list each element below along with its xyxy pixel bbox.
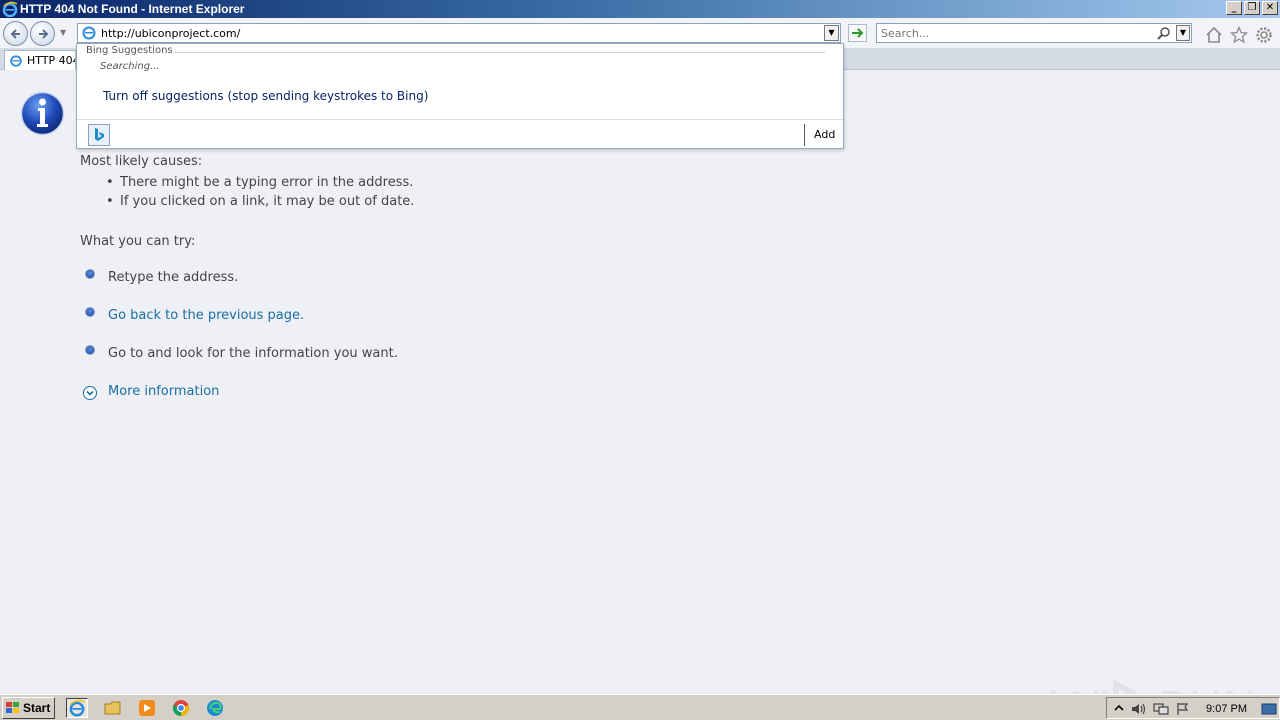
window-title: HTTP 404 Not Found - Internet Explorer [20, 2, 245, 16]
internet-explorer-icon [2, 1, 18, 17]
volume-icon[interactable] [1131, 701, 1147, 717]
try-item-go-to: Go to and look for the information you w… [108, 346, 398, 361]
close-button[interactable]: ✕ [1262, 1, 1278, 15]
cause-item: There might be a typing error in the add… [120, 175, 414, 190]
address-suggestions-dropdown: Bing Suggestions Searching... Turn off s… [76, 43, 844, 149]
search-input[interactable] [881, 26, 1151, 40]
more-information-link[interactable]: More information [108, 384, 219, 399]
try-heading: What you can try: [80, 234, 196, 249]
expand-chevron-icon[interactable] [83, 386, 97, 400]
turn-off-suggestions-link[interactable]: Turn off suggestions (stop sending keyst… [103, 89, 428, 103]
taskbar: Start 9:07 PM [0, 694, 1280, 720]
favorites-star-icon[interactable] [1230, 26, 1248, 44]
suggestions-footer-separator [804, 124, 805, 146]
back-button[interactable] [3, 21, 28, 46]
taskbar-media-player[interactable] [136, 698, 158, 718]
windows-logo-icon [6, 702, 19, 713]
address-dropdown-button[interactable]: ▼ [824, 25, 839, 41]
try-bullet-icon [85, 269, 95, 279]
taskbar-edge[interactable] [204, 698, 226, 718]
forward-button[interactable] [30, 21, 55, 46]
forward-arrow-icon [39, 29, 49, 39]
go-arrow-icon [852, 28, 864, 38]
suggestions-header: Bing Suggestions [86, 45, 173, 56]
causes-heading: Most likely causes: [80, 154, 203, 169]
start-button[interactable]: Start [2, 697, 55, 719]
bing-logo-icon [95, 128, 104, 141]
taskbar-chrome[interactable] [170, 698, 192, 718]
tools-gear-icon[interactable] [1255, 26, 1273, 44]
media-player-icon [139, 700, 155, 716]
show-hidden-icons-icon[interactable] [1111, 701, 1127, 717]
search-provider-dropdown[interactable]: ▼ [1176, 25, 1190, 41]
suggestions-header-divider [173, 52, 825, 53]
internet-explorer-icon [69, 699, 86, 717]
folder-icon [104, 701, 121, 715]
back-arrow-icon [10, 29, 20, 39]
go-back-link[interactable]: Go back to the previous page. [108, 308, 304, 323]
taskbar-file-explorer[interactable] [102, 698, 124, 718]
try-item-retype: Retype the address. [108, 270, 239, 285]
try-bullet-icon [85, 307, 95, 317]
page-content: Most likely causes: • There might be a t… [0, 70, 1280, 720]
window-title-bar: HTTP 404 Not Found - Internet Explorer _… [0, 0, 1280, 18]
go-button[interactable] [848, 24, 867, 42]
recent-pages-dropdown[interactable]: ▼ [60, 28, 68, 37]
search-box[interactable]: ▼ [876, 23, 1192, 43]
show-desktop-icon[interactable] [1261, 701, 1277, 717]
edge-icon [207, 700, 223, 716]
minimize-button[interactable]: _ [1226, 1, 1242, 15]
address-url[interactable]: http://ubiconproject.com/ [101, 27, 240, 40]
start-label: Start [23, 701, 51, 715]
try-bullet-icon [85, 345, 95, 355]
chrome-icon [172, 700, 190, 717]
cause-bullet: • [106, 175, 114, 190]
restore-button[interactable]: ❐ [1244, 1, 1260, 15]
system-tray: 9:07 PM [1106, 697, 1280, 719]
search-icon[interactable] [1157, 26, 1171, 40]
home-icon[interactable] [1205, 26, 1223, 44]
suggestions-footer-divider [77, 119, 843, 120]
tab-http-404[interactable]: HTTP 404 Not Found [4, 50, 76, 70]
system-clock[interactable]: 9:07 PM [1206, 703, 1247, 715]
address-bar[interactable]: http://ubiconproject.com/ ▼ [77, 23, 841, 43]
page-icon [82, 26, 96, 40]
tab-label: HTTP 404 Not Found [27, 54, 75, 67]
cause-item: If you clicked on a link, it may be out … [120, 194, 415, 209]
add-provider-button[interactable]: Add [814, 128, 835, 141]
bing-button[interactable] [88, 124, 110, 146]
cause-bullet: • [106, 194, 114, 209]
network-icon[interactable] [1153, 701, 1169, 717]
info-icon [20, 91, 65, 136]
tab-page-icon [10, 54, 22, 67]
action-center-flag-icon[interactable] [1175, 701, 1191, 717]
suggestions-status: Searching... [100, 61, 160, 72]
taskbar-internet-explorer[interactable] [66, 698, 88, 718]
